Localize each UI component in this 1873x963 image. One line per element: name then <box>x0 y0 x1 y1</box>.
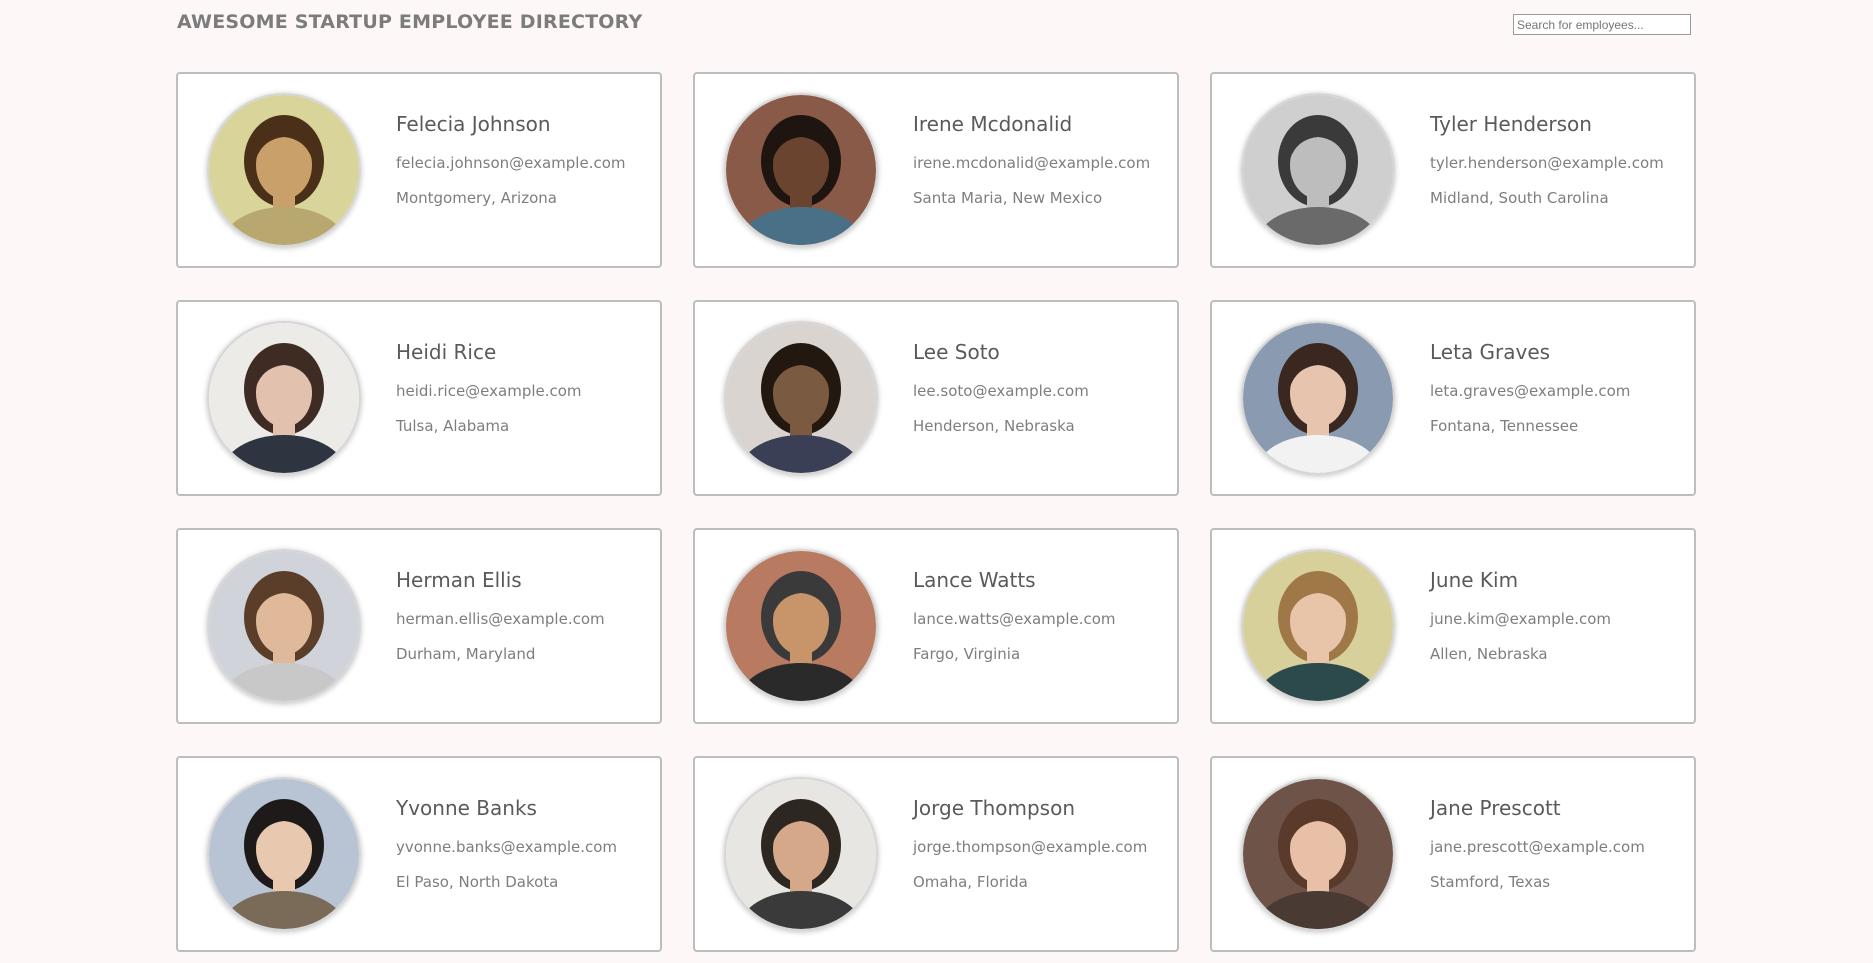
employee-email: herman.ellis@example.com <box>396 610 605 628</box>
employee-avatar <box>724 321 878 475</box>
employee-location: Allen, Nebraska <box>1430 645 1548 663</box>
employee-avatar <box>724 777 878 931</box>
employee-card[interactable]: Leta Graves leta.graves@example.com Font… <box>1210 300 1696 496</box>
employee-name: Jane Prescott <box>1430 796 1561 820</box>
employee-card[interactable]: Herman Ellis herman.ellis@example.com Du… <box>176 528 662 724</box>
employee-avatar <box>1241 777 1395 931</box>
employee-location: Santa Maria, New Mexico <box>913 189 1103 207</box>
employee-card[interactable]: Heidi Rice heidi.rice@example.com Tulsa,… <box>176 300 662 496</box>
employee-card[interactable]: Yvonne Banks yvonne.banks@example.com El… <box>176 756 662 952</box>
employee-email: heidi.rice@example.com <box>396 382 582 400</box>
employee-location: Durham, Maryland <box>396 645 536 663</box>
employee-email: tyler.henderson@example.com <box>1430 154 1664 172</box>
employee-card[interactable]: Jane Prescott jane.prescott@example.com … <box>1210 756 1696 952</box>
employee-avatar <box>1241 549 1395 703</box>
employee-email: lee.soto@example.com <box>913 382 1089 400</box>
employee-card[interactable]: Jorge Thompson jorge.thompson@example.co… <box>693 756 1179 952</box>
employee-name: Yvonne Banks <box>396 796 537 820</box>
employee-avatar <box>207 549 361 703</box>
page-title: AWESOME STARTUP EMPLOYEE DIRECTORY <box>177 11 643 33</box>
employee-name: Lance Watts <box>913 568 1036 592</box>
employee-card[interactable]: Felecia Johnson felecia.johnson@example.… <box>176 72 662 268</box>
employee-name: Irene Mcdonalid <box>913 112 1073 136</box>
employee-location: Omaha, Florida <box>913 873 1028 891</box>
employee-email: jorge.thompson@example.com <box>913 838 1148 856</box>
search-input[interactable] <box>1513 14 1691 35</box>
employee-card[interactable]: Lance Watts lance.watts@example.com Farg… <box>693 528 1179 724</box>
employee-name: Herman Ellis <box>396 568 522 592</box>
employee-email: leta.graves@example.com <box>1430 382 1631 400</box>
employee-email: jane.prescott@example.com <box>1430 838 1645 856</box>
page-header: AWESOME STARTUP EMPLOYEE DIRECTORY <box>177 8 1697 48</box>
employee-avatar <box>1241 93 1395 247</box>
employee-avatar <box>1241 321 1395 475</box>
employee-location: Henderson, Nebraska <box>913 417 1075 435</box>
employee-card[interactable]: June Kim june.kim@example.com Allen, Neb… <box>1210 528 1696 724</box>
employee-email: lance.watts@example.com <box>913 610 1116 628</box>
employee-avatar <box>207 777 361 931</box>
employee-location: Tulsa, Alabama <box>396 417 510 435</box>
employee-location: Fargo, Virginia <box>913 645 1021 663</box>
employee-name: Jorge Thompson <box>913 796 1076 820</box>
employee-name: Felecia Johnson <box>396 112 551 136</box>
employee-location: El Paso, North Dakota <box>396 873 559 891</box>
employee-avatar <box>207 93 361 247</box>
employee-card[interactable]: Irene Mcdonalid irene.mcdonalid@example.… <box>693 72 1179 268</box>
employee-email: irene.mcdonalid@example.com <box>913 154 1151 172</box>
employee-card[interactable]: Tyler Henderson tyler.henderson@example.… <box>1210 72 1696 268</box>
employee-location: Midland, South Carolina <box>1430 189 1609 207</box>
employee-grid: Felecia Johnson felecia.johnson@example.… <box>176 72 1696 952</box>
employee-email: yvonne.banks@example.com <box>396 838 618 856</box>
employee-avatar <box>207 321 361 475</box>
employee-location: Fontana, Tennessee <box>1430 417 1579 435</box>
employee-location: Stamford, Texas <box>1430 873 1551 891</box>
employee-card[interactable]: Lee Soto lee.soto@example.com Henderson,… <box>693 300 1179 496</box>
employee-name: June Kim <box>1430 568 1519 592</box>
employee-name: Tyler Henderson <box>1430 112 1592 136</box>
employee-email: june.kim@example.com <box>1430 610 1612 628</box>
employee-avatar <box>724 549 878 703</box>
employee-avatar <box>724 93 878 247</box>
employee-name: Lee Soto <box>913 340 1000 364</box>
employee-name: Heidi Rice <box>396 340 497 364</box>
employee-email: felecia.johnson@example.com <box>396 154 626 172</box>
employee-location: Montgomery, Arizona <box>396 189 557 207</box>
employee-name: Leta Graves <box>1430 340 1551 364</box>
